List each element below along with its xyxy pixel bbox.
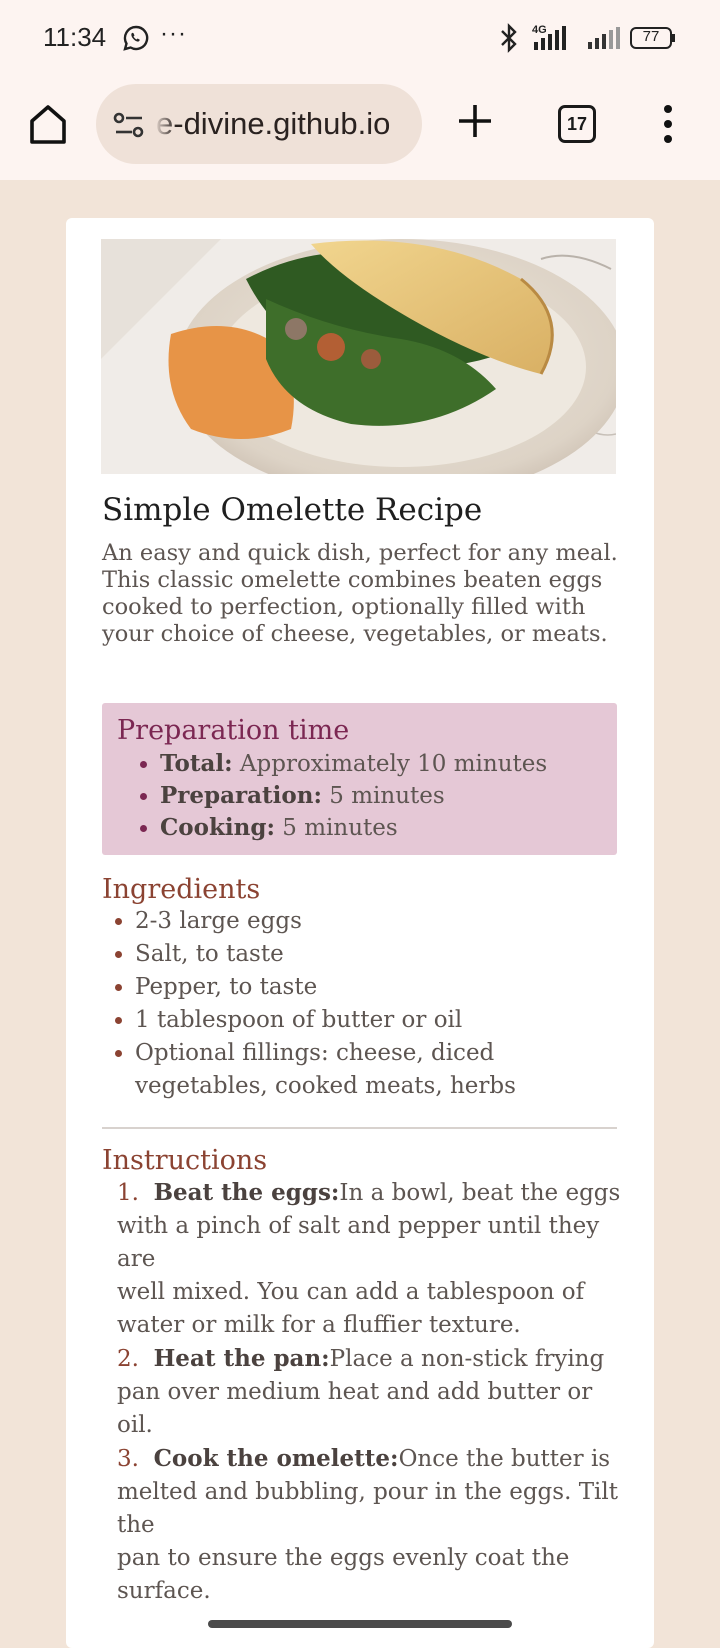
gesture-home-bar[interactable]	[208, 1620, 512, 1628]
step-label: Heat the pan:	[153, 1345, 330, 1372]
preparation-list: Total: Approximately 10 minutes Preparat…	[102, 748, 547, 844]
omelette-photo	[101, 239, 616, 474]
status-more-icon: ···	[160, 20, 187, 47]
url-fade	[154, 94, 176, 154]
ingredient-item: Salt, to taste	[135, 938, 617, 971]
recipe-description-part-1: An easy and quick dish, perfect for any …	[102, 540, 618, 593]
preparation-item-value: Approximately 10 minutes	[239, 751, 548, 777]
step-text-continued: well mixed. You can add a tablespoon of …	[117, 1279, 585, 1338]
ingredient-item: Optional fillings: cheese, diced vegetab…	[135, 1037, 617, 1103]
whatsapp-icon	[123, 25, 149, 51]
signal-strength-icon	[534, 26, 566, 50]
step-number: 3.	[117, 1446, 139, 1472]
battery-icon: 77	[630, 26, 676, 50]
step-label: Beat the eggs:	[153, 1179, 340, 1206]
recipe-description: An easy and quick dish, perfect for any …	[102, 540, 624, 648]
ingredient-item: 1 tablespoon of butter or oil	[135, 1004, 617, 1037]
step-number: 2.	[117, 1346, 139, 1372]
instructions-section: Instructions 1. Beat the eggs:In a bowl,…	[102, 1145, 627, 1608]
section-divider	[102, 1127, 617, 1129]
step-label: Cook the omelette:	[153, 1445, 399, 1472]
url-text[interactable]: e-divine.github.io	[156, 106, 418, 142]
home-icon[interactable]	[28, 102, 68, 146]
instructions-heading: Instructions	[102, 1145, 268, 1176]
preparation-item-value: 5 minutes	[329, 783, 445, 809]
status-time: 11:34	[43, 22, 107, 52]
step-number: 1.	[117, 1180, 139, 1206]
signal-strength-secondary-icon	[588, 27, 620, 49]
battery-level: 77	[642, 28, 660, 45]
preparation-item: Preparation: 5 minutes	[160, 780, 547, 812]
address-bar[interactable]: e-divine.github.io	[96, 84, 422, 164]
step-text-continued: pan to ensure the eggs evenly coat the s…	[117, 1545, 570, 1604]
ingredient-item: Pepper, to taste	[135, 971, 617, 1004]
ingredients-heading: Ingredients	[102, 874, 261, 905]
preparation-item-label: Preparation:	[160, 782, 322, 809]
recipe-card: Simple Omelette Recipe An easy and quick…	[66, 218, 654, 1648]
ingredients-section: Ingredients 2-3 large eggs Salt, to tast…	[102, 874, 617, 1103]
instruction-step: 1. Beat the eggs:In a bowl, beat the egg…	[117, 1176, 627, 1342]
instruction-step: 3. Cook the omelette:Once the butter is …	[117, 1442, 627, 1608]
site-settings-icon[interactable]	[112, 110, 146, 140]
ingredients-list: 2-3 large eggs Salt, to taste Pepper, to…	[102, 905, 617, 1103]
preparation-item-label: Cooking:	[160, 814, 275, 841]
tab-switcher-button[interactable]: 17	[558, 105, 596, 143]
instruction-step: 2. Heat the pan:Place a non-stick frying…	[117, 1342, 627, 1442]
bluetooth-icon	[501, 23, 517, 53]
overflow-menu-icon[interactable]	[662, 104, 674, 144]
preparation-heading: Preparation time	[117, 715, 350, 746]
preparation-item: Total: Approximately 10 minutes	[160, 748, 547, 780]
preparation-time-box: Preparation time Total: Approximately 10…	[102, 703, 617, 855]
recipe-title: Simple Omelette Recipe	[102, 492, 483, 528]
browser-toolbar: e-divine.github.io 17	[0, 78, 720, 180]
new-tab-icon[interactable]	[456, 102, 494, 140]
recipe-description-part-2: cooked to perfection, optionally filled …	[102, 594, 608, 647]
status-bar: 11:34 ··· 4G 77	[0, 0, 720, 78]
preparation-item-label: Total:	[160, 750, 233, 777]
ingredient-item: 2-3 large eggs	[135, 905, 617, 938]
preparation-item: Cooking: 5 minutes	[160, 812, 547, 844]
preparation-item-value: 5 minutes	[282, 815, 398, 841]
instructions-list: 1. Beat the eggs:In a bowl, beat the egg…	[102, 1176, 627, 1608]
